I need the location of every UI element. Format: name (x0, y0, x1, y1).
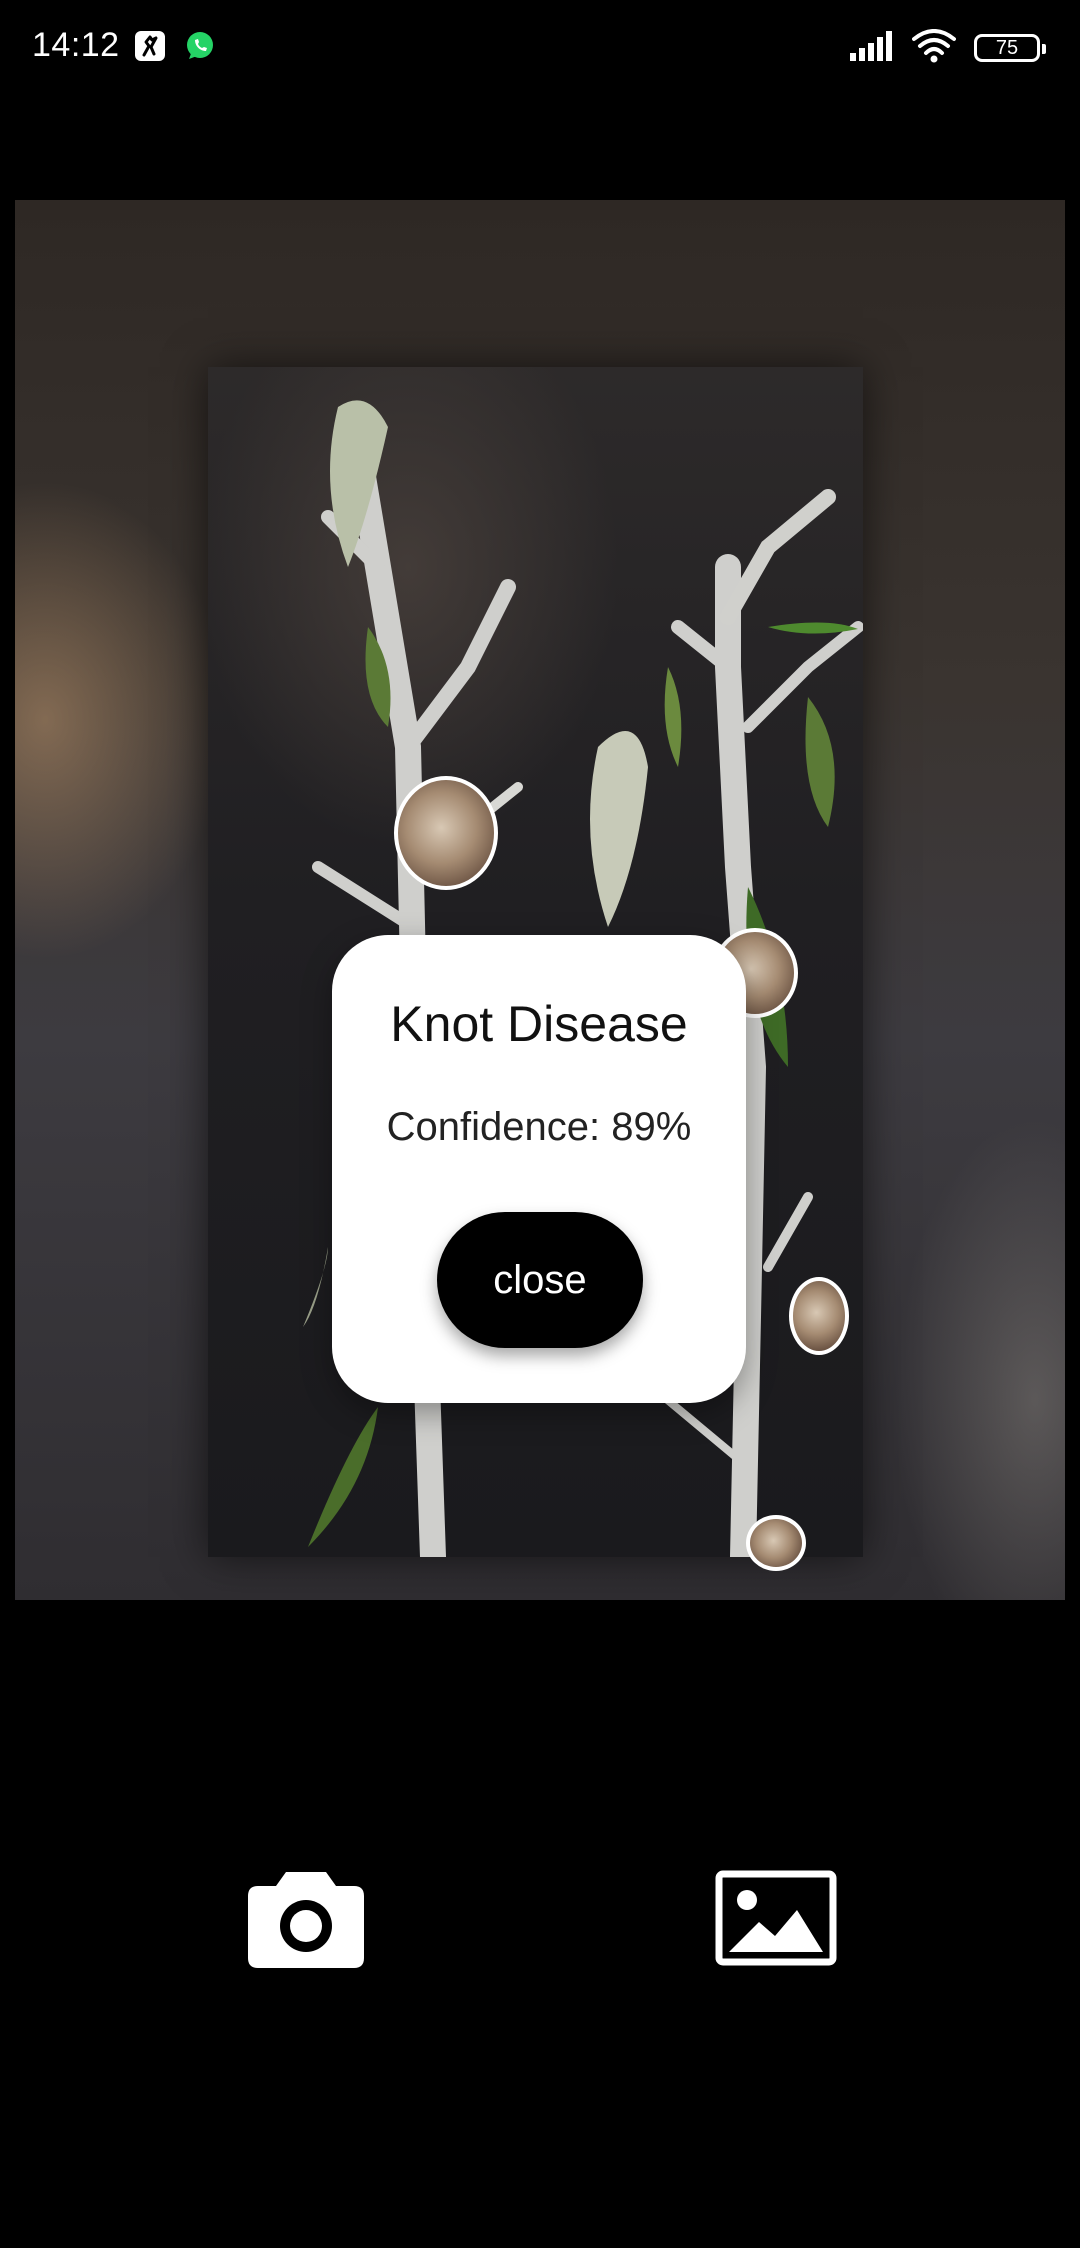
status-bar: 14:12 75 (0, 0, 1080, 96)
app-notification-icon (134, 30, 166, 62)
wifi-icon (912, 28, 956, 68)
camera-button[interactable] (236, 1860, 376, 1980)
battery-icon: 75 (974, 34, 1046, 62)
gallery-button[interactable] (706, 1860, 846, 1980)
gallery-icon (715, 1870, 837, 1971)
battery-level: 75 (995, 36, 1019, 59)
status-icons: 75 (850, 28, 1046, 68)
whatsapp-icon (184, 30, 216, 62)
dialog-title: Knot Disease (390, 996, 688, 1052)
result-dialog: Knot Disease Confidence: 89% close (332, 935, 746, 1403)
close-button[interactable]: close (437, 1212, 643, 1348)
knot-marker (789, 1277, 849, 1355)
signal-icon (850, 30, 894, 66)
camera-icon (246, 1866, 366, 1975)
knot-marker (394, 776, 498, 890)
confidence-text: Confidence: 89% (386, 1105, 692, 1149)
status-time: 14:12 (32, 26, 120, 64)
knot-marker (746, 1515, 806, 1571)
